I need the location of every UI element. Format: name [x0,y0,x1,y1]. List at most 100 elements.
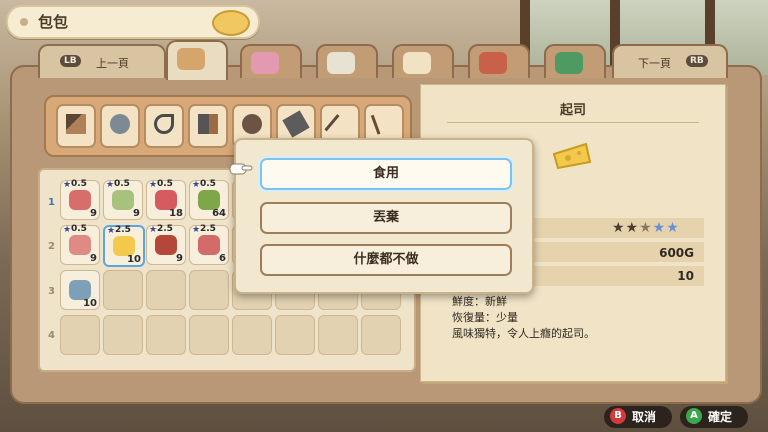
star-filled-icon: ★★ [612,220,640,236]
notebook-tab-icon [555,52,583,74]
item-recovery: 恢復量：少量 [452,311,518,324]
cheese-icon [113,236,135,256]
item-count: 10 [677,269,694,283]
torch-icon [370,113,385,135]
item-quantity: 18 [169,208,183,219]
item-quality: 0.5 [114,179,130,189]
divider [447,122,699,123]
inventory-slot[interactable]: ★ 0.5 9 [103,179,143,220]
tools-tab-icon [177,48,205,70]
confirm-button[interactable]: A 確定 [684,406,744,426]
item-quality: 2.5 [115,225,131,235]
discard-option[interactable]: 丟棄 [260,202,512,234]
inventory-slot[interactable] [232,315,272,355]
item-name: 起司 [559,103,586,118]
row-number: 3 [48,286,55,297]
inventory-slot[interactable] [146,315,186,355]
a-button-icon: A [686,408,702,424]
quality-star-icon: ★ [63,225,72,235]
inventory-slot[interactable]: ★ 2.5 6 [189,224,229,265]
next-page-label: 下一頁 [638,57,671,70]
grass-icon [198,190,220,210]
inventory-slot[interactable]: ★ 0.5 9 [60,179,100,220]
quality-star-icon: ★ [149,180,158,190]
cancel-button[interactable]: B 取消 [608,406,668,426]
b-button-icon: B [610,408,626,424]
quality-star-icon: ★ [63,180,72,190]
letters-tab-icon [327,52,355,74]
inventory-slot[interactable] [146,270,186,310]
hammer-icon [66,114,86,134]
quality-star-icon: ★ [107,226,116,236]
strawberry-seed-bag-icon [155,190,177,210]
bag-icon [212,10,250,36]
tool-slot[interactable] [56,104,96,148]
quality-star-icon: ★ [192,180,201,190]
tab-shop[interactable] [468,44,530,78]
inventory-slot[interactable]: 10 [60,270,100,310]
item-quantity: 9 [176,253,183,264]
rb-button-icon: RB [686,55,708,67]
potion-bottle-icon [198,235,220,255]
brush-icon [242,114,262,134]
cheese-icon [552,142,592,170]
inventory-slot[interactable] [103,315,143,355]
material-box-icon [69,280,91,300]
prev-page-tab[interactable]: LB 上一頁 [38,44,166,78]
tab-notebook[interactable] [544,44,606,78]
tool-slot[interactable] [100,104,140,148]
inventory-slot[interactable] [189,315,229,355]
seed-packet-icon [112,190,134,210]
cancel-label: 取消 [632,410,657,424]
lb-button-icon: LB [60,55,81,67]
mail-tab-icon [403,52,431,74]
do-nothing-option[interactable]: 什麼都不做 [260,244,512,276]
title-bullet-icon [20,18,28,26]
inventory-slot[interactable]: ★ 0.5 9 [60,224,100,265]
row-number: 2 [48,241,55,252]
inventory-slot[interactable] [318,315,358,355]
watering-can-icon [110,114,130,134]
item-quality: 0.5 [200,179,216,189]
inventory-slot[interactable]: ★ 0.5 64 [189,179,229,220]
inventory-slot[interactable]: ★ 0.5 18 [146,179,186,220]
item-quantity: 9 [133,208,140,219]
tool-slot[interactable] [188,104,228,148]
tab-tools[interactable] [166,40,228,80]
tab-letters[interactable] [316,44,378,78]
inventory-slot[interactable] [361,315,401,355]
tab-flowers[interactable] [240,44,302,78]
next-page-tab[interactable]: 下一頁 RB [612,44,728,78]
quality-star-icon: ★ [192,225,201,235]
item-description: 風味獨特，令人上癮的起司。 [452,327,595,340]
tab-mail[interactable] [392,44,454,78]
inventory-title-bar: 包包 [6,5,260,39]
quality-star-icon: ★ [149,225,158,235]
item-quantity: 9 [90,253,97,264]
item-quality: 2.5 [200,224,216,234]
eat-option[interactable]: 食用 [260,158,512,190]
jam-jar-icon [155,235,177,255]
star-half-icon: ★ [639,220,653,236]
item-quality: 0.5 [71,179,87,189]
tool-slot[interactable] [144,104,184,148]
item-quantity: 10 [127,254,141,265]
item-quantity: 64 [212,208,226,219]
axe-icon [198,114,218,134]
inventory-slot[interactable]: ★ 2.5 9 [146,224,186,265]
item-quality: 0.5 [157,179,173,189]
inventory-slot[interactable] [189,270,229,310]
row-number: 1 [48,197,55,208]
item-quantity: 9 [90,208,97,219]
inventory-slot[interactable] [103,270,143,310]
page-title: 包包 [38,13,69,31]
inventory-slot[interactable] [60,315,100,355]
quality-star-icon: ★ [106,180,115,190]
shop-tab-icon [479,52,507,74]
item-quantity: 10 [83,298,97,309]
inventory-slot[interactable] [275,315,315,355]
sickle-icon [154,114,174,134]
turnip-seed-bag-icon [69,235,91,255]
inventory-slot[interactable]: ★ 2.5 10 [103,225,145,267]
pipe-tool-icon [282,110,310,138]
